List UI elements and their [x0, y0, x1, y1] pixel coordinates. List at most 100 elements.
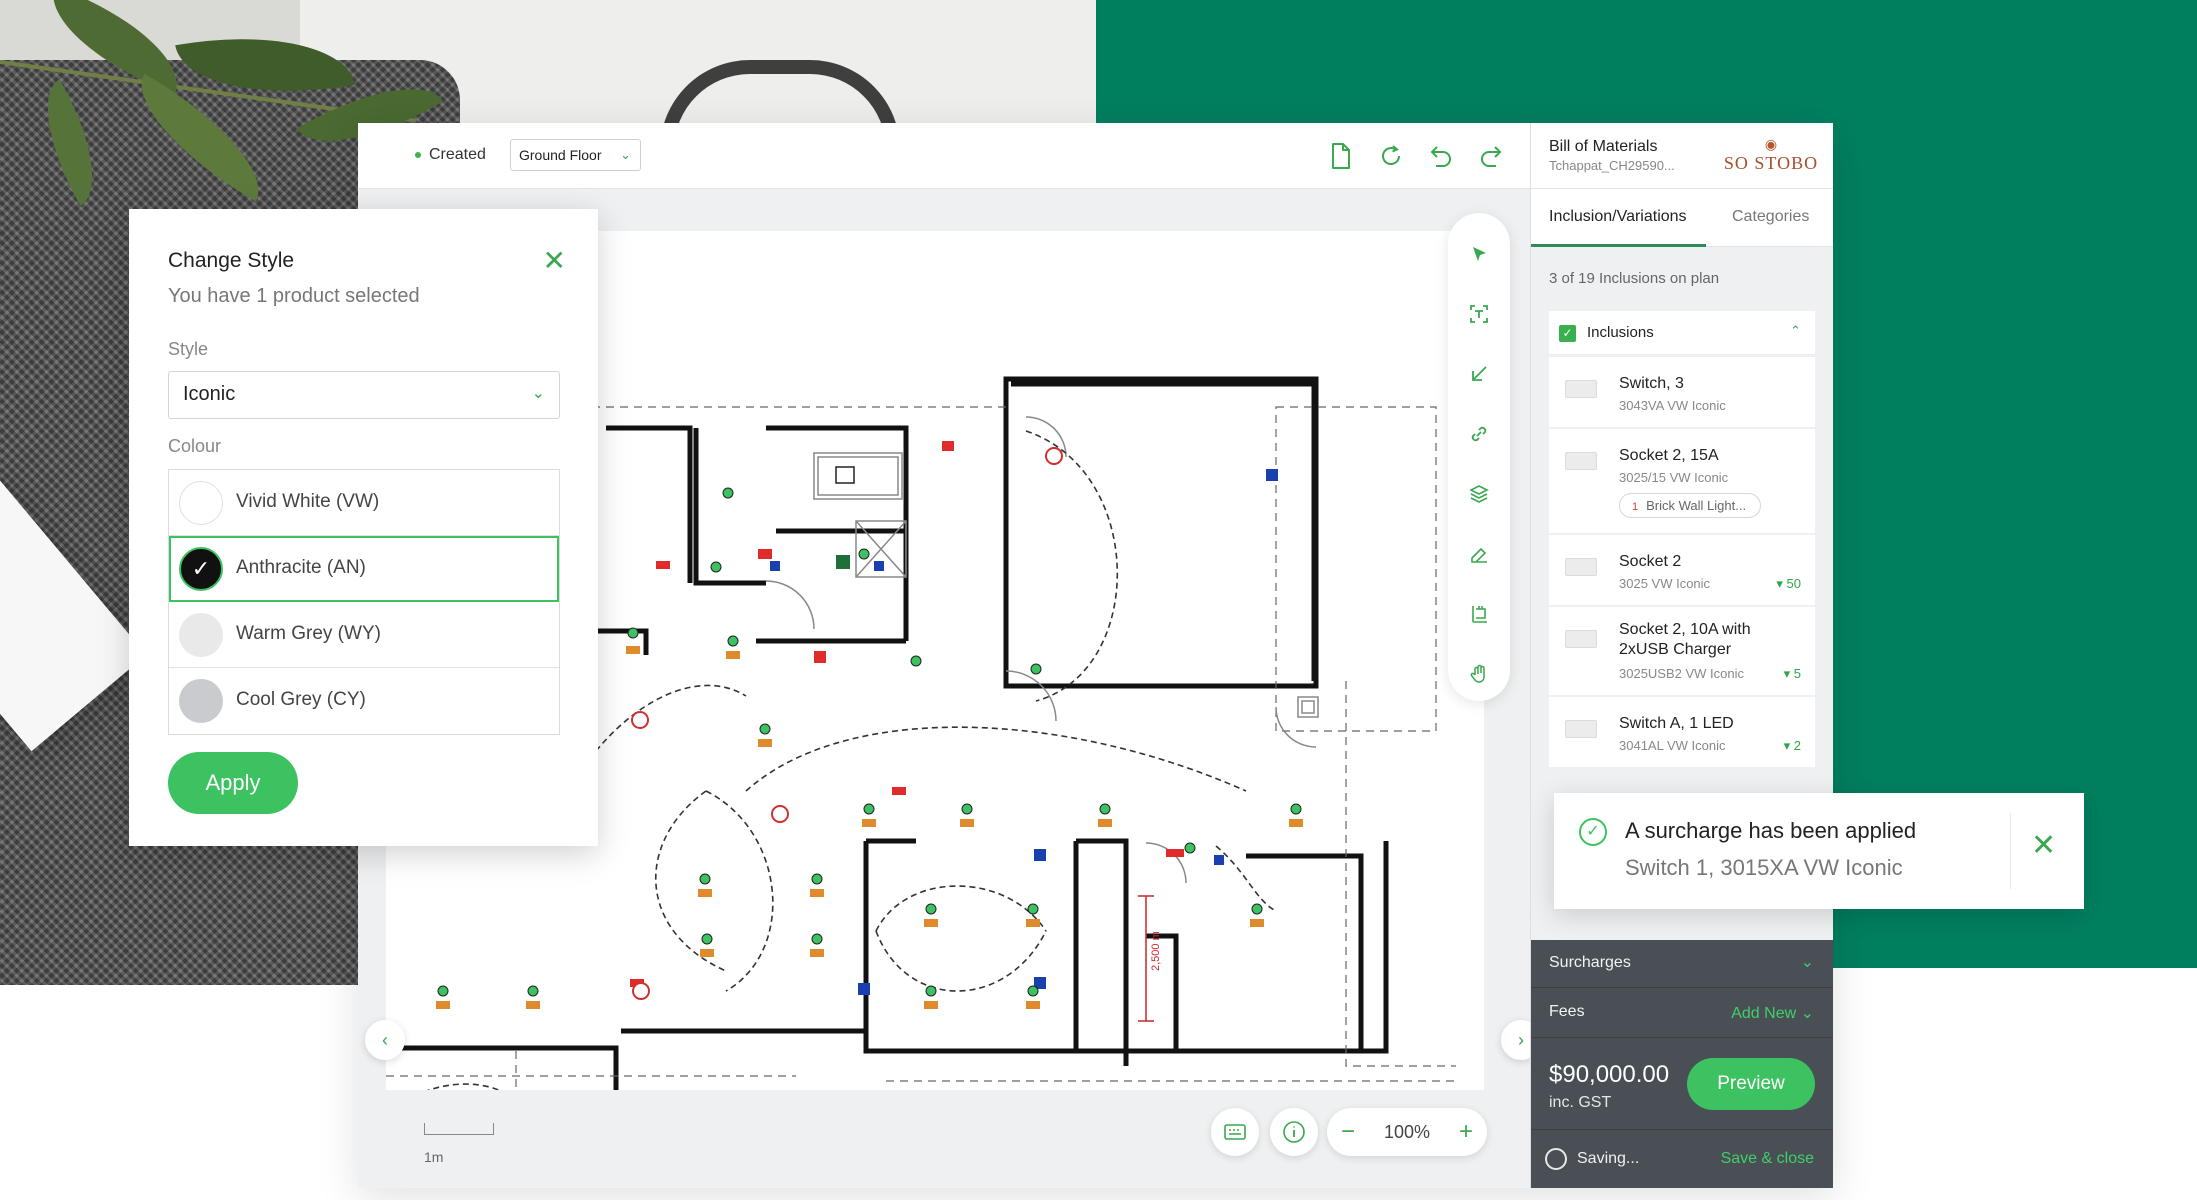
keyboard-button[interactable]: [1211, 1108, 1259, 1156]
list-item[interactable]: Socket 2, 10A with 2xUSB Charger 3025USB…: [1549, 607, 1815, 695]
item-quantity-value: 50: [1786, 576, 1801, 591]
fees-label: Fees: [1549, 1003, 1585, 1020]
bill-of-materials-panel: Bill of Materials Tchappat_CH29590... ◉ …: [1530, 123, 1833, 1188]
colour-name: Cool Grey (CY): [236, 689, 366, 710]
panel-header: Bill of Materials Tchappat_CH29590... ◉ …: [1531, 123, 1833, 189]
zoom-out-button[interactable]: −: [1341, 1120, 1355, 1144]
panel-subtitle: Tchappat_CH29590...: [1549, 158, 1675, 173]
link-icon[interactable]: [1464, 419, 1494, 449]
preview-button[interactable]: Preview: [1687, 1058, 1815, 1110]
surcharges-label: Surcharges: [1549, 954, 1631, 971]
colour-option-vivid-white[interactable]: Vivid White (VW): [169, 470, 559, 536]
dialog-subtitle: You have 1 product selected: [168, 285, 420, 307]
close-icon[interactable]: ✕: [543, 247, 566, 275]
item-tag[interactable]: 1 Brick Wall Light...: [1619, 493, 1762, 518]
scale-indicator: 1m: [424, 1123, 494, 1165]
colour-label: Colour: [168, 436, 222, 456]
item-name: Switch A, 1 LED: [1619, 715, 1734, 732]
save-close-button[interactable]: Save & close: [1721, 1150, 1814, 1168]
item-quantity: ▾ 5: [1783, 666, 1801, 681]
item-quantity: ▾ 50: [1776, 576, 1801, 591]
list-item[interactable]: Switch A, 1 LED 3041AL VW Iconic ▾ 2: [1549, 697, 1815, 767]
item-code: 3043VA VW Iconic: [1619, 398, 1726, 413]
product-thumbnail: [1565, 452, 1597, 470]
toast-divider: [2010, 813, 2011, 889]
zoom-in-button[interactable]: +: [1459, 1120, 1473, 1144]
chevron-down-icon: ⌄: [1800, 954, 1814, 971]
scale-bar: [424, 1123, 494, 1135]
colour-name: Anthracite (AN): [236, 557, 366, 578]
tab-categories[interactable]: Categories: [1732, 208, 1809, 226]
chevron-left-icon: ‹: [382, 1029, 388, 1050]
item-code: 3041AL VW Iconic: [1619, 738, 1726, 753]
refresh-icon[interactable]: [1374, 139, 1408, 173]
style-select-value: Iconic: [183, 383, 236, 405]
close-icon[interactable]: ✕: [2031, 831, 2056, 861]
inclusions-group-header[interactable]: ✓ Inclusions ⌃: [1549, 311, 1815, 355]
zoom-level: 100%: [1383, 1121, 1431, 1142]
active-tab-indicator: [1531, 244, 1706, 247]
logo-mark-icon: ◉: [1764, 136, 1778, 152]
colour-swatch: [179, 679, 223, 723]
style-select[interactable]: Iconic ⌄: [168, 371, 560, 419]
surcharges-row[interactable]: Surcharges ⌄: [1531, 940, 1833, 988]
dialog-title: Change Style: [168, 249, 295, 272]
item-quantity-value: 5: [1793, 666, 1801, 681]
style-label: Style: [168, 339, 209, 359]
hand-icon[interactable]: [1464, 659, 1494, 689]
arrow-tool-icon[interactable]: [1464, 359, 1494, 389]
logo-text: SO STOBO: [1723, 153, 1819, 173]
list-item[interactable]: Socket 2 3025 VW Iconic ▾ 50: [1549, 535, 1815, 605]
add-new-label: Add New: [1731, 1005, 1797, 1022]
colour-option-anthracite[interactable]: ✓ Anthracite (AN): [169, 536, 559, 602]
scale-label: 1m: [424, 1149, 444, 1165]
layers-icon[interactable]: [1464, 479, 1494, 509]
item-code: 3025 VW Iconic: [1619, 576, 1711, 591]
fees-row: Fees Add New ⌄: [1531, 988, 1833, 1038]
chevron-down-icon: ⌄: [531, 385, 545, 402]
status-dot: [415, 152, 421, 158]
colour-option-cool-grey[interactable]: Cool Grey (CY): [169, 668, 559, 734]
toast-title: A surcharge has been applied: [1625, 818, 1917, 843]
check-circle-icon: ✓: [1579, 818, 1607, 846]
undo-icon[interactable]: [1424, 139, 1458, 173]
floor-select[interactable]: Ground Floor ⌄: [510, 139, 641, 171]
pan-left-button[interactable]: ‹: [365, 1020, 405, 1060]
list-item[interactable]: Switch, 3 3043VA VW Iconic: [1549, 357, 1815, 427]
list-item[interactable]: Socket 2, 15A 3025/15 VW Iconic 1 Brick W…: [1549, 429, 1815, 533]
measure-icon[interactable]: [1464, 599, 1494, 629]
keyboard-icon: [1224, 1124, 1246, 1140]
change-style-dialog: Change Style You have 1 product selected…: [129, 209, 598, 846]
drawing-tools: [1448, 213, 1510, 701]
document-icon[interactable]: [1324, 139, 1358, 173]
toast-subtitle: Switch 1, 3015XA VW Iconic: [1625, 855, 1903, 880]
surcharge-toast: ✓ A surcharge has been applied Switch 1,…: [1554, 793, 2084, 909]
total-tax-note: inc. GST: [1549, 1094, 1612, 1111]
panel-title: Bill of Materials: [1549, 138, 1658, 155]
colour-name: Vivid White (VW): [236, 491, 380, 512]
info-button[interactable]: [1270, 1108, 1318, 1156]
item-name: Socket 2, 15A: [1619, 447, 1719, 464]
redo-icon[interactable]: [1474, 139, 1508, 173]
checkbox-checked-icon[interactable]: ✓: [1559, 325, 1576, 342]
apply-button[interactable]: Apply: [168, 752, 298, 814]
colour-options: Vivid White (VW) ✓ Anthracite (AN) Warm …: [168, 469, 560, 735]
colour-option-warm-grey[interactable]: Warm Grey (WY): [169, 602, 559, 668]
spinner-icon: [1545, 1148, 1567, 1170]
colour-swatch: [179, 613, 223, 657]
text-tool-icon[interactable]: [1464, 299, 1494, 329]
floor-select-value: Ground Floor: [519, 147, 602, 163]
item-name: Socket 2: [1619, 553, 1682, 570]
save-row: Saving... Save & close: [1531, 1130, 1833, 1188]
plan-status: Created: [415, 146, 486, 164]
item-tag-label: Brick Wall Light...: [1646, 498, 1747, 513]
pointer-icon[interactable]: [1464, 239, 1494, 269]
item-code: 3025/15 VW Iconic: [1619, 470, 1729, 485]
inclusions-count: 3 of 19 Inclusions on plan: [1549, 270, 1720, 287]
chevron-down-icon: ⌄: [620, 147, 631, 162]
add-new-fee-button[interactable]: Add New ⌄: [1731, 1003, 1814, 1023]
top-toolbar: Created Ground Floor ⌄: [358, 123, 1530, 189]
item-name: Switch, 3: [1619, 375, 1684, 392]
tab-inclusion-variations[interactable]: Inclusion/Variations: [1549, 208, 1687, 226]
eraser-icon[interactable]: [1464, 539, 1494, 569]
